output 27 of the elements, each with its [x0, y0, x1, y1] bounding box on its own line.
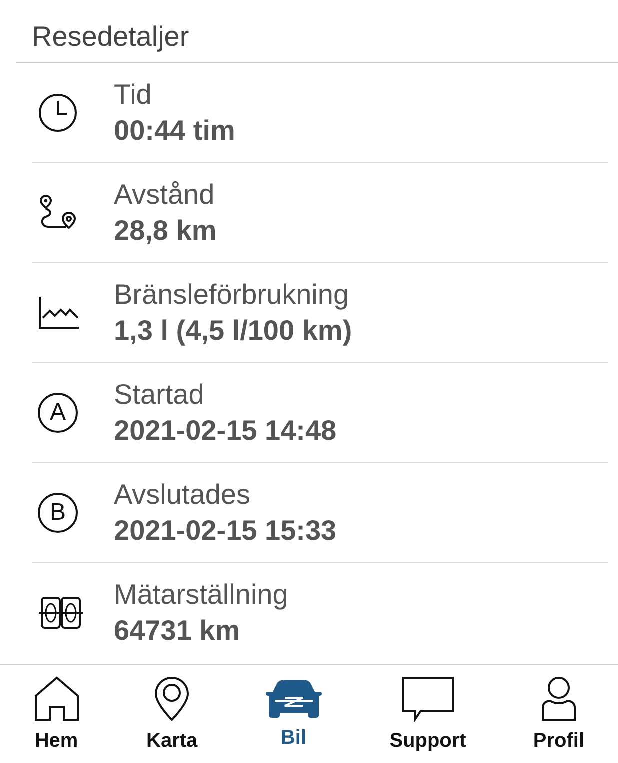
detail-label: Bränsleförbrukning	[114, 278, 350, 310]
detail-value: 28,8 km	[114, 214, 217, 246]
odometer-icon	[38, 596, 84, 630]
detail-label: Avslutades	[114, 478, 252, 510]
detail-value: 00:44 tim	[114, 114, 236, 146]
detail-label: Mätarställning	[114, 578, 288, 610]
clock-icon	[38, 92, 78, 132]
tab-bar-item[interactable]: Karta	[146, 676, 198, 752]
car-icon	[264, 678, 323, 718]
tab-bar-item[interactable]: Hem	[34, 676, 80, 752]
detail-value: 2021-02-15 14:48	[114, 414, 337, 446]
section-title: Resedetaljer	[32, 21, 190, 52]
map-pin-icon	[154, 676, 190, 722]
line-chart-icon	[38, 296, 80, 330]
detail-value: 2021-02-15 15:33	[114, 514, 337, 546]
letter-icon: A	[38, 392, 78, 432]
detail-label: Startad	[114, 378, 206, 410]
detail-value: 64731 km	[114, 614, 242, 646]
tab-bar-item[interactable]: Profil	[533, 676, 584, 752]
tab-bar-item[interactable]: Support	[390, 676, 466, 752]
chat-bubble-icon	[401, 676, 456, 722]
letter-icon: B	[38, 492, 78, 532]
detail-label: Tid	[114, 78, 153, 110]
detail-label: Avstånd	[114, 178, 216, 210]
tab-bar-item[interactable]: Bil	[264, 678, 323, 750]
detail-value: 1,3 l (4,5 l/100 km)	[114, 314, 352, 346]
home-icon	[34, 676, 80, 722]
